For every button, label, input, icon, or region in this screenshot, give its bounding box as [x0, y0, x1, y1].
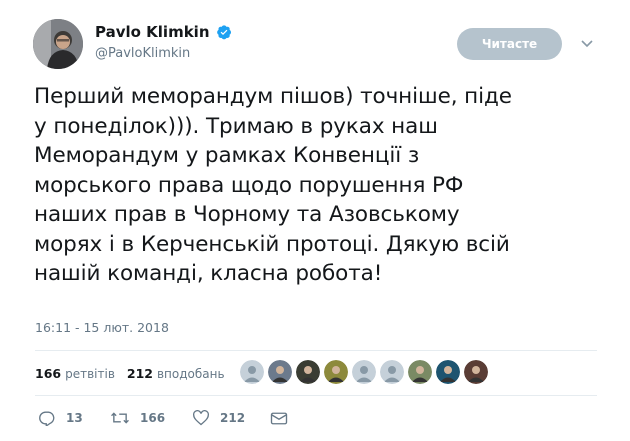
author-name[interactable]: Pavlo Klimkin — [95, 23, 210, 41]
reply-action[interactable]: 13 — [38, 410, 110, 426]
like-action[interactable]: 212 — [192, 410, 270, 426]
envelope-icon — [270, 412, 288, 424]
following-button[interactable]: Читасте — [457, 28, 562, 60]
liker-avatar[interactable] — [436, 360, 460, 384]
direct-message-action[interactable] — [270, 411, 288, 426]
liker-avatar[interactable] — [464, 360, 488, 384]
liker-avatar[interactable] — [324, 360, 348, 384]
liker-avatars — [240, 360, 488, 384]
divider-bottom — [35, 395, 597, 396]
retweet-icon — [111, 412, 129, 424]
divider-top — [35, 350, 597, 351]
retweets-stat[interactable]: 166 ретвітів — [35, 366, 115, 381]
author-avatar[interactable] — [33, 19, 83, 69]
retweet-count: 166 — [140, 411, 166, 425]
reply-count: 13 — [66, 411, 83, 425]
retweets-count: 166 — [35, 366, 62, 381]
likes-stat[interactable]: 212 вподобань — [127, 366, 225, 381]
liker-avatar[interactable] — [352, 360, 376, 384]
liker-avatar[interactable] — [296, 360, 320, 384]
liker-avatar[interactable] — [380, 360, 404, 384]
reply-icon — [39, 411, 55, 426]
author-name-row[interactable]: Pavlo Klimkin — [95, 23, 232, 41]
heart-icon — [193, 410, 209, 426]
retweets-label: ретвітів — [65, 367, 115, 381]
liker-avatar[interactable] — [240, 360, 264, 384]
likes-count: 212 — [126, 366, 153, 381]
liker-avatar[interactable] — [268, 360, 292, 384]
liker-avatar[interactable] — [408, 360, 432, 384]
like-count: 212 — [220, 411, 246, 425]
verified-badge-icon — [216, 25, 231, 40]
tweet-stats: 166 ретвітів 212 вподобань — [35, 366, 225, 381]
likes-label: вподобань — [156, 367, 225, 381]
avatar-photo — [33, 19, 83, 69]
tweet-actions: 13 166 212 — [38, 410, 288, 426]
tweet-timestamp[interactable]: 16:11 - 15 лют. 2018 — [35, 320, 169, 335]
retweet-action[interactable]: 166 — [110, 410, 192, 426]
author-handle[interactable]: @PavloKlimkin — [95, 46, 190, 61]
chevron-down-icon[interactable] — [580, 38, 594, 50]
tweet-text: Перший меморандум пішов) точніше, піде у… — [34, 84, 512, 286]
